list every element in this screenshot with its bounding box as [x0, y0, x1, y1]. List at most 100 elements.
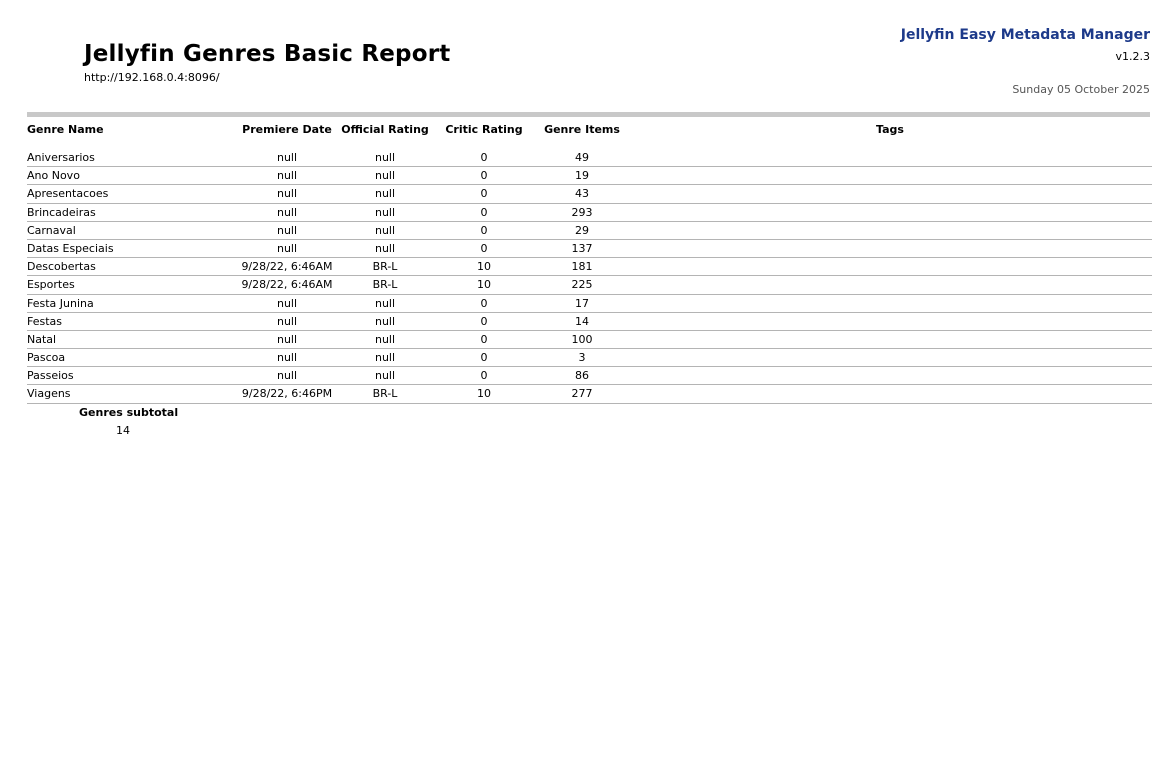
critic-rating-cell: 0: [480, 151, 488, 164]
subtotal-value: 14: [116, 424, 130, 437]
genre-items-cell: 86: [575, 369, 589, 383]
table-header: Genre Name Premiere Date Official Rating…: [0, 123, 1176, 139]
premiere-date-cell: null: [276, 151, 298, 164]
report-date: Sunday 05 October 2025: [1012, 83, 1150, 96]
genre-items-cell: 277: [571, 387, 593, 401]
genre-name-cell: Descobertas: [27, 260, 96, 274]
critic-rating-cell: 10: [477, 260, 491, 274]
critic-rating-cell: 0: [480, 205, 488, 219]
genre-name-cell: Pascoa: [27, 351, 66, 365]
premiere-date-cell: null: [276, 241, 298, 255]
table-row: Datas Especiais null null 0 137: [0, 240, 1176, 259]
genre-items-cell: 181: [571, 260, 593, 274]
premiere-date-cell: null: [276, 169, 298, 183]
genre-items-cell: 19: [575, 169, 589, 183]
genre-name-cell: Apresentacoes: [27, 187, 109, 201]
genre-name-cell: Carnaval: [27, 223, 76, 237]
critic-rating-cell: 10: [477, 387, 491, 401]
official-rating-cell: null: [374, 369, 396, 383]
column-header-official-rating: Official Rating: [341, 123, 429, 136]
genre-items-cell: 29: [575, 223, 589, 237]
subtotal-label: Genres subtotal: [79, 406, 179, 419]
critic-rating-cell: 0: [480, 351, 488, 365]
premiere-date-cell: null: [276, 332, 298, 346]
table-row: Brincadeiras null null 0 293: [0, 204, 1176, 222]
premiere-date-cell: null: [276, 351, 298, 365]
official-rating-cell: null: [374, 151, 396, 164]
official-rating-cell: null: [374, 205, 396, 219]
premiere-date-cell: null: [276, 205, 298, 219]
critic-rating-cell: 0: [480, 369, 488, 383]
critic-rating-cell: 0: [480, 332, 488, 346]
premiere-date-cell: null: [276, 314, 298, 328]
critic-rating-cell: 0: [480, 241, 488, 255]
genre-name-cell: Ano Novo: [27, 169, 80, 183]
official-rating-cell: null: [374, 351, 396, 365]
column-header-premiere-date: Premiere Date: [242, 123, 332, 136]
table-row: Apresentacoes null null 0 43: [0, 185, 1176, 204]
column-header-tags: Tags: [876, 123, 904, 136]
genre-items-cell: 49: [575, 151, 589, 164]
table-row: Descobertas 9/28/22, 6:46AM BR-L 10 181: [0, 258, 1176, 277]
official-rating-cell: BR-L: [372, 387, 398, 401]
genre-name-cell: Viagens: [27, 387, 71, 401]
app-version: v1.2.3: [1115, 50, 1151, 63]
official-rating-cell: null: [374, 314, 396, 328]
genre-items-cell: 137: [571, 241, 593, 255]
official-rating-cell: null: [374, 296, 396, 310]
app-name: Jellyfin Easy Metadata Manager: [900, 27, 1150, 43]
premiere-date-cell: null: [276, 369, 298, 383]
official-rating-cell: null: [374, 169, 396, 183]
table-row: Viagens 9/28/22, 6:46PM BR-L 10 277: [0, 385, 1176, 404]
report-title: Jellyfin Genres Basic Report: [84, 41, 451, 67]
row-divider: [27, 402, 1152, 404]
table-row: Pascoa null null 0 3: [0, 349, 1176, 368]
genre-items-cell: 293: [571, 205, 593, 219]
table-row: Carnaval null null 0 29: [0, 222, 1176, 240]
official-rating-cell: BR-L: [372, 260, 398, 274]
genre-items-cell: 3: [578, 351, 586, 365]
official-rating-cell: BR-L: [372, 278, 398, 292]
premiere-date-cell: null: [276, 223, 298, 237]
critic-rating-cell: 0: [480, 187, 488, 201]
table-row: Natal null null 0 100: [0, 331, 1176, 350]
genre-items-cell: 14: [575, 314, 589, 328]
genre-name-cell: Festas: [27, 314, 63, 328]
genre-items-cell: 43: [575, 187, 589, 201]
critic-rating-cell: 0: [480, 223, 488, 237]
genre-name-cell: Natal: [27, 332, 57, 346]
table-row: Ano Novo null null 0 19: [0, 167, 1176, 186]
critic-rating-cell: 0: [480, 314, 488, 328]
premiere-date-cell: 9/28/22, 6:46AM: [241, 260, 333, 274]
genre-name-cell: Aniversarios: [27, 151, 95, 164]
header-rule: [27, 112, 1150, 117]
table-body: Aniversarios null null 0 49 Ano Novo null null 0…: [0, 149, 1176, 404]
table-row: Festas null null 0 14: [0, 313, 1176, 331]
genre-name-cell: Datas Especiais: [27, 241, 114, 255]
table-row: Festa Junina null null 0 17: [0, 295, 1176, 313]
premiere-date-cell: 9/28/22, 6:46AM: [241, 278, 333, 292]
genre-name-cell: Passeios: [27, 369, 74, 383]
genre-items-cell: 17: [575, 296, 589, 310]
premiere-date-cell: 9/28/22, 6:46PM: [241, 387, 333, 401]
column-header-critic-rating: Critic Rating: [445, 123, 523, 136]
official-rating-cell: null: [374, 332, 396, 346]
table-row: Esportes 9/28/22, 6:46AM BR-L 10 225: [0, 276, 1176, 295]
official-rating-cell: null: [374, 187, 396, 201]
premiere-date-cell: null: [276, 296, 298, 310]
official-rating-cell: null: [374, 241, 396, 255]
table-row: Passeios null null 0 86: [0, 367, 1176, 386]
genre-name-cell: Brincadeiras: [27, 205, 96, 219]
genre-name-cell: Esportes: [27, 278, 75, 292]
critic-rating-cell: 0: [480, 169, 488, 183]
critic-rating-cell: 0: [480, 296, 488, 310]
server-url: http://192.168.0.4:8096/: [84, 71, 220, 84]
table-row: Aniversarios null null 0 49: [0, 149, 1176, 168]
critic-rating-cell: 10: [477, 278, 491, 292]
premiere-date-cell: null: [276, 187, 298, 201]
official-rating-cell: null: [374, 223, 396, 237]
column-header-genre-items: Genre Items: [544, 123, 620, 136]
genre-name-cell: Festa Junina: [27, 296, 94, 310]
column-header-genre-name: Genre Name: [27, 123, 104, 136]
genre-items-cell: 225: [571, 278, 593, 292]
